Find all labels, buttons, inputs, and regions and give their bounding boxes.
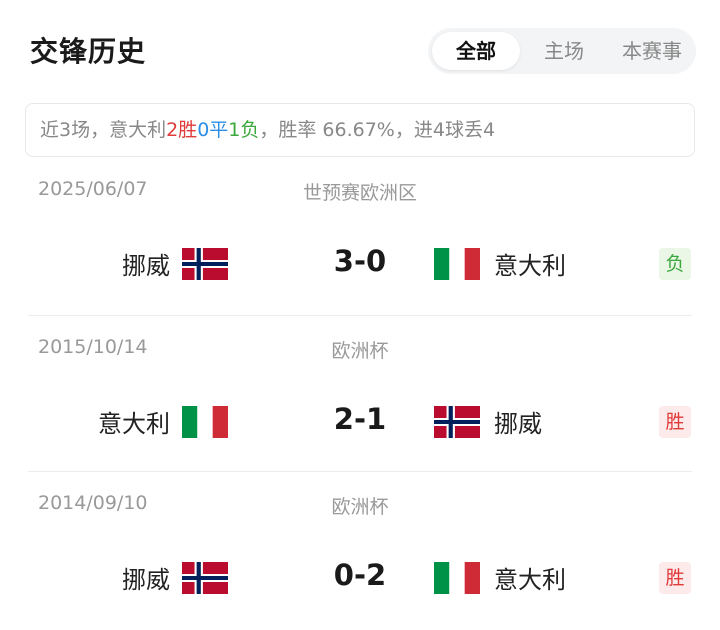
match-date: 2015/10/14 <box>38 336 148 358</box>
away-team-name: 意大利 <box>494 252 566 280</box>
match-row[interactable]: 2025/06/07 世预赛欧洲区 挪威 3-0 意大利 负 <box>0 160 720 316</box>
home-team-name: 挪威 <box>122 566 170 594</box>
record-summary: 近3场，意大利2胜0平1负，胜率 66.67%，进4球丢4 <box>25 103 695 157</box>
match-date: 2014/09/10 <box>38 492 148 514</box>
home-team-name: 挪威 <box>122 252 170 280</box>
header: 交锋历史 全部 主场 本赛事 <box>0 0 720 100</box>
tab-this-competition[interactable]: 本赛事 <box>608 32 696 70</box>
match-row[interactable]: 2014/09/10 欧洲杯 挪威 0-2 意大利 胜 <box>0 474 720 630</box>
match-row[interactable]: 2015/10/14 欧洲杯 意大利 2-1 挪威 胜 <box>0 318 720 474</box>
italy-flag-icon <box>434 247 480 280</box>
tab-all[interactable]: 全部 <box>432 32 520 70</box>
tab-home[interactable]: 主场 <box>520 32 608 70</box>
match-competition: 欧洲杯 <box>331 496 389 518</box>
filter-tabs: 全部 主场 本赛事 <box>428 28 696 74</box>
home-team-name: 意大利 <box>98 410 170 438</box>
italy-flag-icon <box>182 405 228 438</box>
italy-flag-icon <box>434 561 480 594</box>
page-title: 交锋历史 <box>30 35 147 68</box>
match-score: 0-2 <box>333 558 387 592</box>
away-team-name: 意大利 <box>494 566 566 594</box>
norway-flag-icon <box>182 561 228 594</box>
match-competition: 世预赛欧洲区 <box>302 182 417 204</box>
summary-draws: 0平 <box>197 119 229 141</box>
match-competition: 欧洲杯 <box>331 340 389 362</box>
result-badge: 负 <box>659 248 691 280</box>
result-badge: 胜 <box>659 562 691 594</box>
home-team: 挪威 <box>122 560 228 595</box>
away-team-name: 挪威 <box>494 410 542 438</box>
home-team: 意大利 <box>98 404 228 439</box>
summary-wins: 2胜 <box>166 119 198 141</box>
home-team: 挪威 <box>122 246 228 281</box>
match-score: 3-0 <box>333 244 387 278</box>
result-badge: 胜 <box>659 406 691 438</box>
norway-flag-icon <box>434 405 480 438</box>
away-team: 挪威 <box>434 404 542 439</box>
match-date: 2025/06/07 <box>38 178 148 200</box>
divider <box>28 471 692 472</box>
summary-losses: 1负 <box>228 119 260 141</box>
divider <box>28 315 692 316</box>
away-team: 意大利 <box>434 560 566 595</box>
match-score: 2-1 <box>333 402 387 436</box>
summary-suffix: ，胜率 66.67%，进4球丢4 <box>259 119 496 141</box>
away-team: 意大利 <box>434 246 566 281</box>
summary-prefix: 近3场，意大利 <box>40 119 167 141</box>
norway-flag-icon <box>182 247 228 280</box>
